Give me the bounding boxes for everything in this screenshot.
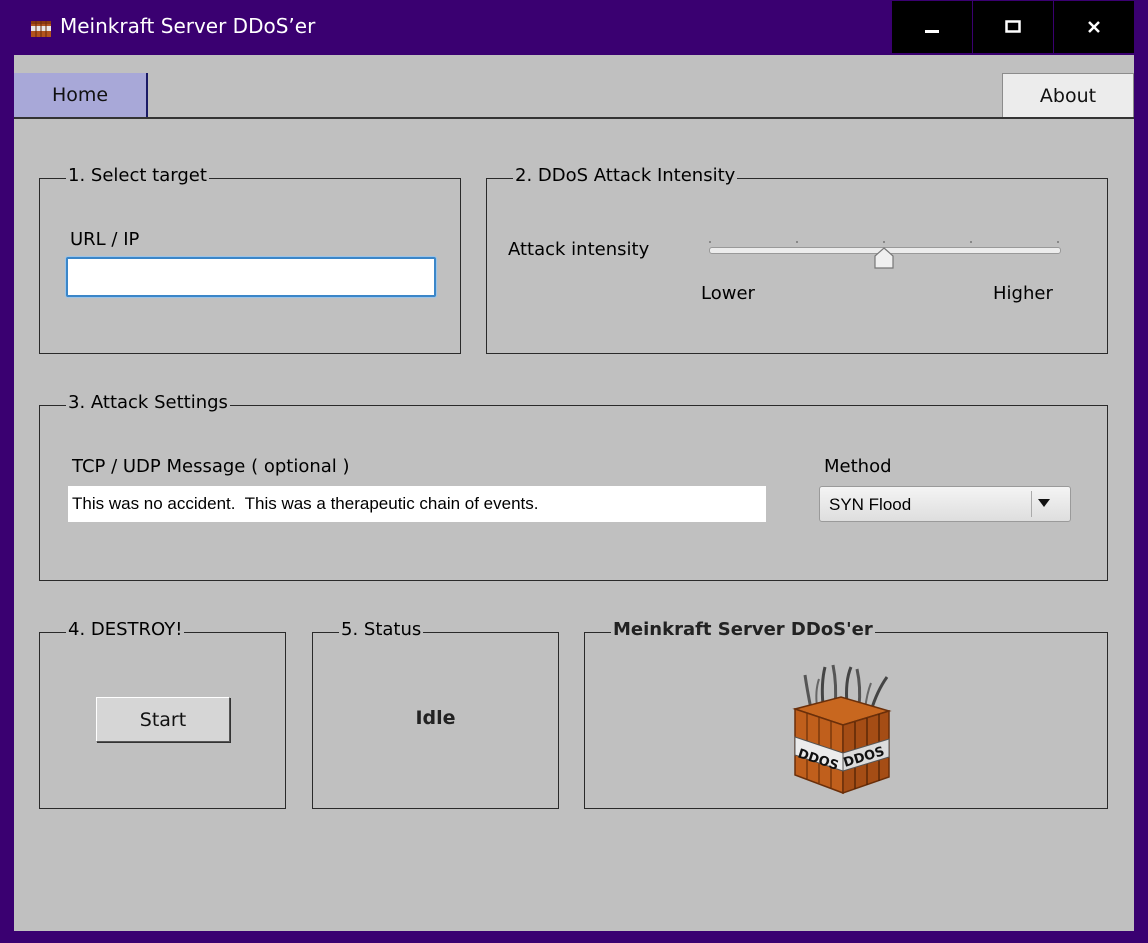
attack-intensity-label: Attack intensity: [508, 239, 650, 260]
branding-group: Meinkraft Server DDoS'er DDOS DDOS: [584, 619, 1108, 809]
start-button[interactable]: Start: [96, 697, 230, 742]
attack-settings-group: 3. Attack Settings TCP / UDP Message ( o…: [39, 392, 1108, 581]
tab-home[interactable]: Home: [14, 73, 148, 117]
tnt-logo-icon: DDOS DDOS: [792, 664, 892, 795]
slider-tick: [1057, 241, 1059, 243]
slider-tick: [709, 241, 711, 243]
url-label: URL / IP: [70, 229, 140, 250]
chevron-down-icon: [1038, 499, 1050, 507]
intensity-high-label: Higher: [993, 283, 1053, 304]
slider-tick: [970, 241, 972, 243]
method-dropdown[interactable]: SYN Flood: [819, 486, 1071, 522]
attack-intensity-group: 2. DDoS Attack Intensity Attack intensit…: [486, 165, 1108, 354]
tnt-app-icon: [31, 21, 51, 37]
minimize-button[interactable]: [892, 1, 972, 53]
close-icon: [1088, 21, 1100, 33]
dropdown-separator: [1031, 491, 1032, 517]
tab-about-label: About: [1039, 85, 1097, 107]
attack-settings-title: 3. Attack Settings: [66, 392, 230, 413]
tab-home-label: Home: [51, 84, 109, 106]
start-button-label: Start: [139, 708, 187, 731]
intensity-slider-thumb[interactable]: [874, 247, 894, 269]
maximize-icon: [1005, 20, 1021, 33]
method-label: Method: [824, 456, 892, 477]
client-area: Home About 1. Select target URL / IP 2. …: [14, 55, 1134, 931]
intensity-low-label: Lower: [701, 283, 755, 304]
message-input[interactable]: [68, 486, 766, 522]
url-input[interactable]: [66, 257, 436, 297]
attack-intensity-title: 2. DDoS Attack Intensity: [513, 165, 738, 186]
destroy-title: 4. DESTROY!: [66, 619, 185, 640]
status-title: 5. Status: [339, 619, 424, 640]
select-target-title: 1. Select target: [66, 165, 209, 186]
tab-divider: [14, 117, 1134, 119]
method-selected-value: SYN Flood: [829, 495, 912, 514]
status-group: 5. Status Idle: [312, 619, 559, 809]
title-bar: Meinkraft Server DDoS’er: [0, 0, 1148, 55]
slider-tick: [883, 241, 885, 243]
close-button[interactable]: [1054, 1, 1134, 53]
select-target-group: 1. Select target URL / IP: [39, 165, 461, 354]
maximize-button[interactable]: [973, 1, 1053, 53]
status-value: Idle: [415, 707, 456, 729]
branding-title: Meinkraft Server DDoS'er: [611, 619, 875, 640]
tab-about[interactable]: About: [1002, 73, 1134, 118]
window-title: Meinkraft Server DDoS’er: [60, 14, 316, 38]
message-label: TCP / UDP Message ( optional ): [72, 456, 350, 477]
destroy-group: 4. DESTROY! Start: [39, 619, 286, 809]
minimize-icon: [925, 30, 939, 33]
slider-tick: [796, 241, 798, 243]
